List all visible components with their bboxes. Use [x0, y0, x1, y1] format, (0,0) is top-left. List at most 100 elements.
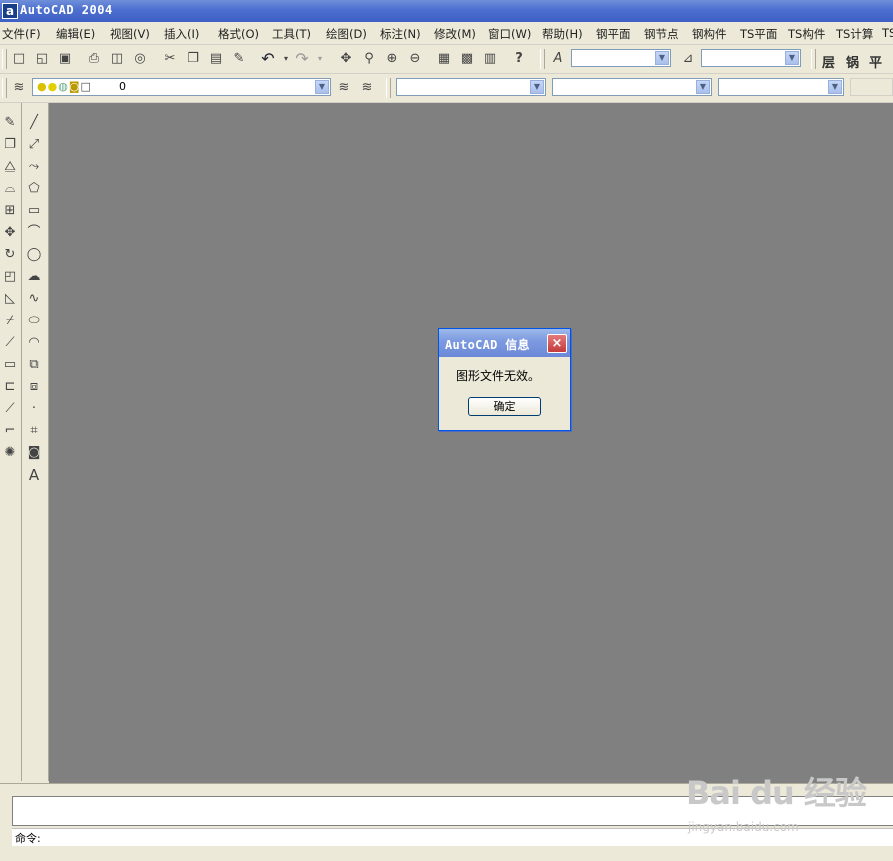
insert-block-icon[interactable]: ⧉ — [24, 355, 44, 375]
revision-cloud-icon[interactable]: ☁ — [24, 267, 44, 287]
properties-icon[interactable]: ▦ — [434, 49, 454, 69]
menu-dimension[interactable]: 标注(N) — [380, 26, 421, 42]
ts-pot-button[interactable]: 锅 — [846, 52, 859, 71]
chevron-down-icon[interactable]: ▼ — [696, 80, 710, 94]
toolbar-grip[interactable] — [811, 49, 816, 69]
ok-button[interactable]: 确定 — [468, 397, 541, 416]
ts-flat-button[interactable]: 平 — [869, 52, 882, 71]
trim-icon[interactable]: ⌿ — [0, 311, 20, 331]
stretch-icon[interactable]: ◺ — [0, 289, 20, 309]
match-icon[interactable]: ✎ — [229, 49, 249, 69]
menu-help[interactable]: 帮助(H) — [542, 26, 583, 42]
menu-tools[interactable]: 工具(T) — [272, 26, 311, 42]
chevron-down-icon[interactable]: ▼ — [315, 80, 329, 94]
erase-icon[interactable]: ✎ — [0, 113, 20, 133]
copy-object-icon[interactable]: ❐ — [0, 135, 20, 155]
menu-view[interactable]: 视图(V) — [110, 26, 150, 42]
line-icon[interactable]: ╱ — [24, 113, 44, 133]
color-combo[interactable]: ▼ — [396, 78, 546, 96]
undo-icon[interactable]: ↶ — [258, 49, 278, 69]
array-icon[interactable]: ⊞ — [0, 201, 20, 221]
menu-ts-calc[interactable]: TS计算 — [836, 26, 873, 42]
polyline-icon[interactable]: ⤳ — [24, 157, 44, 177]
menu-steel-member[interactable]: 钢构件 — [692, 26, 727, 42]
move-icon[interactable]: ✥ — [0, 223, 20, 243]
menu-ts-member[interactable]: TS构件 — [788, 26, 825, 42]
mirror-icon[interactable]: ⧋ — [0, 157, 20, 177]
menu-steel-plan[interactable]: 钢平面 — [596, 26, 631, 42]
ellipse-arc-icon[interactable]: ◠ — [24, 333, 44, 353]
chevron-down-icon[interactable]: ▼ — [530, 80, 544, 94]
explode-icon[interactable]: ✺ — [0, 443, 20, 463]
help-icon[interactable]: ? — [509, 49, 529, 69]
chamfer-icon[interactable]: ⟋ — [0, 399, 20, 419]
redo-dropdown-icon[interactable]: ▾ — [310, 49, 330, 69]
menu-steel-node[interactable]: 钢节点 — [644, 26, 679, 42]
rectangle-icon[interactable]: ▭ — [24, 201, 44, 221]
text-style-icon[interactable]: A — [548, 49, 568, 69]
region-icon[interactable]: ◙ — [24, 443, 44, 463]
chevron-down-icon[interactable]: ▼ — [655, 51, 669, 65]
rotate-icon[interactable]: ↻ — [0, 245, 20, 265]
layer-manager-icon[interactable]: ≋ — [9, 78, 29, 98]
new-icon[interactable]: □ — [9, 49, 29, 69]
make-current-layer-icon[interactable]: ≋ — [334, 78, 354, 98]
cut-icon[interactable]: ✂ — [160, 49, 180, 69]
linetype-combo[interactable]: ▼ — [552, 78, 712, 96]
toolbar-grip[interactable] — [2, 78, 7, 98]
ts-layer-button[interactable]: 层 — [822, 52, 835, 71]
close-icon[interactable]: × — [547, 334, 567, 353]
dim-style-icon[interactable]: ⊿ — [678, 49, 698, 69]
zoom-realtime-icon[interactable]: ⚲ — [359, 49, 379, 69]
dialog-title-bar[interactable]: AutoCAD 信息 × — [439, 329, 570, 357]
open-icon[interactable]: ◱ — [32, 49, 52, 69]
zoom-previous-icon[interactable]: ⊖ — [405, 49, 425, 69]
circle-icon[interactable]: ◯ — [24, 245, 44, 265]
lineweight-combo[interactable]: ▼ — [718, 78, 844, 96]
layer-combo[interactable]: ●●◍◙□ 0 ▼ — [32, 78, 331, 96]
spline-icon[interactable]: ∿ — [24, 289, 44, 309]
tool-palettes-icon[interactable]: ▥ — [480, 49, 500, 69]
paste-icon[interactable]: ▤ — [206, 49, 226, 69]
zoom-window-icon[interactable]: ⊕ — [382, 49, 402, 69]
plot-style-combo[interactable] — [850, 78, 893, 96]
title-bar[interactable]: a AutoCAD 2004 — [0, 0, 893, 22]
chevron-down-icon[interactable]: ▼ — [828, 80, 842, 94]
ellipse-icon[interactable]: ⬭ — [24, 311, 44, 331]
menu-format[interactable]: 格式(O) — [218, 26, 259, 42]
preview-icon[interactable]: ◫ — [107, 49, 127, 69]
multiline-text-icon[interactable]: A — [24, 465, 44, 485]
menu-window[interactable]: 窗口(W) — [488, 26, 531, 42]
copy-icon[interactable]: ❐ — [183, 49, 203, 69]
text-style-combo[interactable]: ▼ — [571, 49, 671, 67]
break-icon[interactable]: ▭ — [0, 355, 20, 375]
publish-icon[interactable]: ◎ — [130, 49, 150, 69]
fillet-icon[interactable]: ⌐ — [0, 421, 20, 441]
print-icon[interactable]: ⎙ — [84, 49, 104, 69]
dim-style-combo[interactable]: ▼ — [701, 49, 801, 67]
drawing-area[interactable] — [49, 103, 893, 783]
offset-icon[interactable]: ⌓ — [0, 179, 20, 199]
polygon-icon[interactable]: ⬠ — [24, 179, 44, 199]
construction-line-icon[interactable]: ⤢ — [24, 135, 44, 155]
autocad-app-icon[interactable]: a — [2, 3, 18, 19]
redo-icon[interactable]: ↷ — [292, 49, 312, 69]
arc-icon[interactable]: ⌒ — [24, 223, 44, 243]
toolbar-grip[interactable] — [2, 49, 7, 69]
save-icon[interactable]: ▣ — [55, 49, 75, 69]
design-center-icon[interactable]: ▩ — [457, 49, 477, 69]
hatch-icon[interactable]: ⌗ — [24, 421, 44, 441]
extend-icon[interactable]: ⟋ — [0, 333, 20, 353]
pan-icon[interactable]: ✥ — [336, 49, 356, 69]
menu-ts-more[interactable]: TS — [882, 26, 893, 40]
make-block-icon[interactable]: ⧈ — [24, 377, 44, 397]
menu-draw[interactable]: 绘图(D) — [326, 26, 367, 42]
menu-modify[interactable]: 修改(M) — [434, 26, 476, 42]
toolbar-grip[interactable] — [386, 78, 391, 98]
menu-ts-plan[interactable]: TS平面 — [740, 26, 777, 42]
layer-previous-icon[interactable]: ≋ — [357, 78, 377, 98]
menu-file[interactable]: 文件(F) — [2, 26, 41, 42]
point-icon[interactable]: · — [24, 399, 44, 419]
scale-icon[interactable]: ◰ — [0, 267, 20, 287]
menu-insert[interactable]: 插入(I) — [164, 26, 199, 42]
